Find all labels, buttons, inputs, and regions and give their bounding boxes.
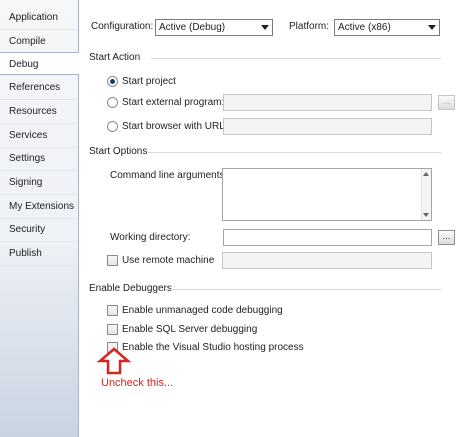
section-divider [148, 152, 441, 153]
command-line-label: Command line arguments: [110, 170, 228, 181]
tab-references[interactable]: References [0, 76, 77, 99]
remote-machine-label: Use remote machine [122, 255, 215, 266]
browse-external-button[interactable]: ... [438, 95, 455, 110]
scroll-up-icon[interactable] [423, 172, 429, 176]
platform-value: Active (x86) [338, 22, 391, 33]
working-directory-label: Working directory: [110, 232, 191, 243]
unmanaged-debugging-label: Enable unmanaged code debugging [122, 305, 283, 316]
start-project-radio[interactable] [107, 76, 118, 87]
tab-settings-label: Settings [9, 153, 46, 164]
tab-resources[interactable]: Resources [0, 100, 77, 123]
start-external-radio[interactable] [107, 97, 118, 108]
platform-label: Platform: [289, 21, 330, 32]
chevron-down-icon [428, 25, 436, 30]
tab-my-extensions-label: My Extensions [9, 201, 75, 212]
working-directory-field[interactable] [223, 229, 432, 246]
textarea-scrollbar[interactable] [421, 169, 431, 220]
scroll-down-icon[interactable] [423, 213, 429, 217]
start-project-label: Start project [122, 76, 176, 87]
configuration-dropdown[interactable]: Active (Debug) [155, 19, 273, 36]
remote-machine-checkbox[interactable] [107, 255, 118, 266]
hosting-process-label: Enable the Visual Studio hosting process [122, 342, 304, 353]
tab-signing[interactable]: Signing [0, 171, 77, 194]
platform-dropdown[interactable]: Active (x86) [334, 19, 440, 36]
browser-url-field[interactable] [223, 118, 432, 135]
tab-settings[interactable]: Settings [0, 147, 77, 170]
section-divider [151, 58, 441, 59]
remote-machine-field[interactable] [222, 252, 432, 269]
start-external-label: Start external program: [122, 97, 225, 108]
tab-my-extensions[interactable]: My Extensions [0, 195, 77, 218]
enable-debuggers-heading: Enable Debuggers [89, 283, 172, 294]
configuration-label: Configuration: [91, 21, 154, 32]
unmanaged-debugging-checkbox[interactable] [107, 305, 118, 316]
browse-working-directory-button[interactable]: ... [438, 230, 455, 245]
red-up-arrow-icon [97, 347, 131, 375]
tab-publish-label: Publish [9, 248, 42, 259]
tab-signing-label: Signing [9, 177, 43, 188]
section-divider [165, 289, 441, 290]
tab-security-label: Security [9, 224, 46, 235]
command-line-textarea[interactable] [222, 168, 432, 221]
tab-references-label: References [9, 82, 61, 93]
tab-security[interactable]: Security [0, 218, 77, 241]
tab-application[interactable]: Application [0, 6, 77, 29]
project-properties-sidebar: Application Compile Debug References Res… [0, 0, 79, 437]
sql-debugging-checkbox[interactable] [107, 324, 118, 335]
tab-publish[interactable]: Publish [0, 242, 77, 265]
sql-debugging-label: Enable SQL Server debugging [122, 324, 258, 335]
configuration-value: Active (Debug) [159, 22, 226, 33]
start-browser-label: Start browser with URL: [122, 121, 228, 132]
chevron-down-icon [261, 25, 269, 30]
tab-compile[interactable]: Compile [0, 30, 77, 53]
tab-debug-label: Debug [9, 59, 39, 70]
tab-application-label: Application [9, 12, 58, 23]
tab-resources-label: Resources [9, 106, 57, 117]
tab-services-label: Services [9, 130, 48, 141]
tab-divider [0, 265, 77, 266]
external-program-field[interactable] [223, 94, 432, 111]
annotation-note: Uncheck this... [101, 377, 174, 389]
start-action-heading: Start Action [89, 52, 141, 63]
start-browser-radio[interactable] [107, 121, 118, 132]
tab-compile-label: Compile [9, 36, 46, 47]
tab-debug[interactable]: Debug [0, 52, 79, 75]
tab-services[interactable]: Services [0, 124, 77, 147]
start-options-heading: Start Options [89, 146, 148, 157]
